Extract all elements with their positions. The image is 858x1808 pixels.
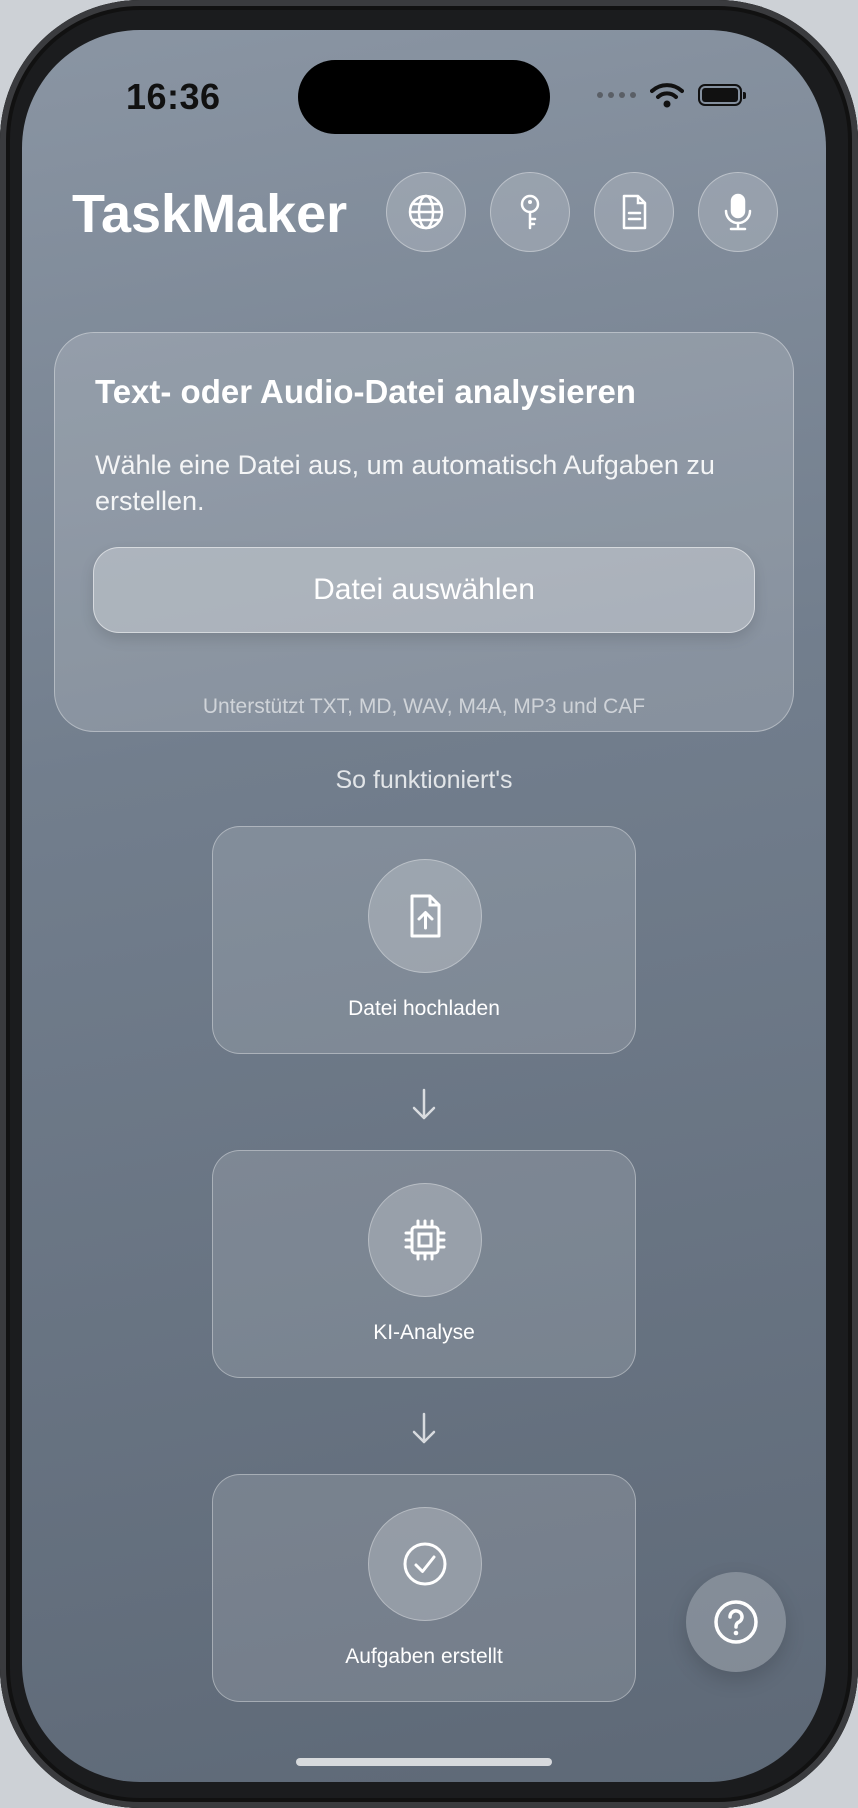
status-time: 16:36 [126, 76, 221, 117]
step-icon-circle [368, 1183, 482, 1297]
app-title: TaskMaker [72, 184, 348, 244]
documents-button[interactable] [594, 172, 674, 252]
cpu-icon [404, 1219, 446, 1261]
phone-frame: 16:36 TaskMaker Text- oder Audio-Datei a… [0, 0, 858, 1808]
record-audio-button[interactable] [698, 172, 778, 252]
step-card-upload: Datei hochladen [212, 826, 636, 1054]
step-card-analysis: KI-Analyse [212, 1150, 636, 1378]
step-label: KI-Analyse [373, 1321, 475, 1344]
step-icon-circle [368, 1507, 482, 1621]
globe-icon [408, 194, 444, 230]
signal-dots-icon [597, 92, 636, 98]
upload-card-description: Wähle eine Datei aus, um automatisch Auf… [95, 450, 715, 516]
file-upload-icon [410, 894, 441, 938]
question-icon [714, 1600, 758, 1644]
step-card-tasks-created: Aufgaben erstellt [212, 1474, 636, 1702]
select-file-button[interactable]: Datei auswählen [93, 547, 755, 633]
home-indicator[interactable] [296, 1758, 552, 1766]
key-icon [520, 194, 540, 230]
arrow-down-icon [412, 1412, 436, 1444]
status-indicators [597, 80, 746, 110]
step-label: Datei hochladen [348, 997, 500, 1020]
api-key-button[interactable] [490, 172, 570, 252]
wifi-icon [650, 83, 684, 108]
supported-formats-note: Unterstützt TXT, MD, WAV, M4A, MP3 und C… [202, 695, 646, 718]
app-screen: 16:36 TaskMaker Text- oder Audio-Datei a… [22, 30, 826, 1782]
upload-card: Text- oder Audio-Datei analysieren Wähle… [54, 332, 794, 732]
document-icon [622, 194, 647, 230]
step-icon-circle [368, 859, 482, 973]
step-label: Aufgaben erstellt [345, 1645, 503, 1668]
microphone-icon [724, 193, 752, 231]
how-it-works-title: So funktioniert's [335, 766, 513, 794]
upload-card-title: Text- oder Audio-Datei analysieren [95, 373, 636, 410]
dynamic-island [298, 60, 550, 134]
language-button[interactable] [386, 172, 466, 252]
arrow-down-icon [412, 1088, 436, 1120]
battery-icon [698, 84, 746, 106]
checkmark-circle-icon [403, 1542, 447, 1586]
help-button[interactable] [686, 1572, 786, 1672]
